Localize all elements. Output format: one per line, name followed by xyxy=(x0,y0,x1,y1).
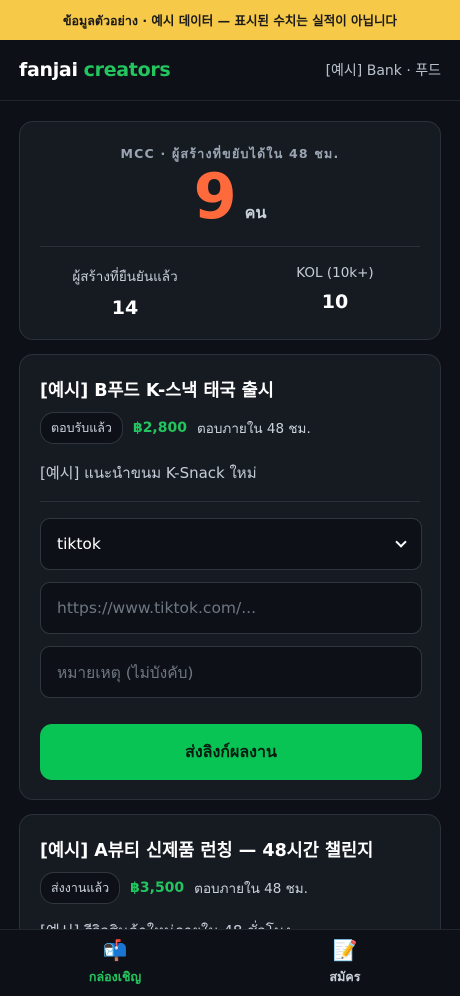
active-creators-metric: 9 คน xyxy=(20,166,440,228)
platform-select[interactable]: tiktok xyxy=(40,518,422,570)
campaign-meta: ตอบรับแล้ว ฿2,800 ตอบภายใน 48 ชม. xyxy=(40,412,311,444)
verified-creators-label: ผู้สร้างที่ยืนยันแล้ว xyxy=(72,269,178,285)
campaign-amount: ฿2,800 xyxy=(132,420,187,436)
mailbox-icon: 📬 xyxy=(102,937,128,962)
submit-link-button[interactable]: ส่งลิงก์ผลงาน xyxy=(40,724,422,780)
verified-creators-value: 14 xyxy=(111,297,139,319)
campaign-card: [예시] B푸드 K-스낵 태국 출시 ตอบรับแล้ว ฿2,800 ตอ… xyxy=(19,354,441,800)
logo-brand: fanjai xyxy=(19,59,78,81)
nav-item-apply[interactable]: 📝 สมัคร xyxy=(230,930,460,996)
url-input[interactable]: https://www.tiktok.com/... xyxy=(40,582,422,634)
submit-link-label: ส่งลิงก์ผลงาน xyxy=(185,741,277,761)
logo-accent: creators xyxy=(83,59,171,81)
campaign-deadline: ตอบภายใน 48 ชม. xyxy=(196,421,311,437)
memo-icon: 📝 xyxy=(332,937,358,962)
bottom-nav: 📬 กล่องเชิญ 📝 สมัคร xyxy=(0,929,460,996)
active-creators-count: 9 xyxy=(193,160,237,233)
note-input[interactable]: หมายเหตุ (ไม่บังคับ) xyxy=(40,646,422,698)
campaign-meta: ส่งงานแล้ว ฿3,500 ตอบภายใน 48 ชม. xyxy=(40,872,308,904)
stats-card: MCC · ผู้สร้างที่ขยับได้ใน 48 ชม. 9 คน ผ… xyxy=(19,121,441,340)
url-input-placeholder: https://www.tiktok.com/... xyxy=(57,599,257,617)
campaign-divider xyxy=(40,501,420,502)
platform-select-value: tiktok xyxy=(57,535,101,553)
chevron-down-icon xyxy=(395,536,407,548)
status-badge: ส่งงานแล้ว xyxy=(40,872,121,904)
campaign-amount: ฿3,500 xyxy=(130,880,185,896)
banner-text: ข้อมูลตัวอย่าง · 예시 데이터 — 표시된 수치는 실적이 아닙… xyxy=(62,12,398,28)
campaign-description: [예시] แนะนำขนม K-Snack ใหม่ xyxy=(40,464,257,482)
app-header: fanjai creators [예시] Bank · 푸드 xyxy=(0,40,460,101)
verified-creators-stat: ผู้สร้างที่ยืนยันแล้ว 14 xyxy=(20,265,230,319)
kol-value: 10 xyxy=(321,291,349,313)
kol-label: KOL (10k+) xyxy=(296,265,374,281)
nav-item-invites[interactable]: 📬 กล่องเชิญ xyxy=(0,930,230,996)
account-label: [예시] Bank · 푸드 xyxy=(325,63,441,79)
status-badge: ตอบรับแล้ว xyxy=(40,412,123,444)
campaign-deadline: ตอบภายใน 48 ชม. xyxy=(194,881,308,897)
note-input-placeholder: หมายเหตุ (ไม่บังคับ) xyxy=(57,663,194,682)
campaign-title: [예시] B푸드 K-스낵 태국 출시 xyxy=(40,381,275,401)
app-logo[interactable]: fanjai creators xyxy=(19,59,171,81)
demo-data-banner: ข้อมูลตัวอย่าง · 예시 데이터 — 표시된 수치는 실적이 아닙… xyxy=(0,0,460,40)
active-creators-unit: คน xyxy=(244,203,267,222)
campaign-title: [예시] A뷰티 신제품 런칭 — 48시간 챌린지 xyxy=(40,841,374,861)
nav-item-label: สมัคร xyxy=(329,968,361,984)
kol-stat: KOL (10k+) 10 xyxy=(230,265,440,313)
nav-item-label: กล่องเชิญ xyxy=(88,968,142,984)
stats-divider xyxy=(40,246,420,247)
